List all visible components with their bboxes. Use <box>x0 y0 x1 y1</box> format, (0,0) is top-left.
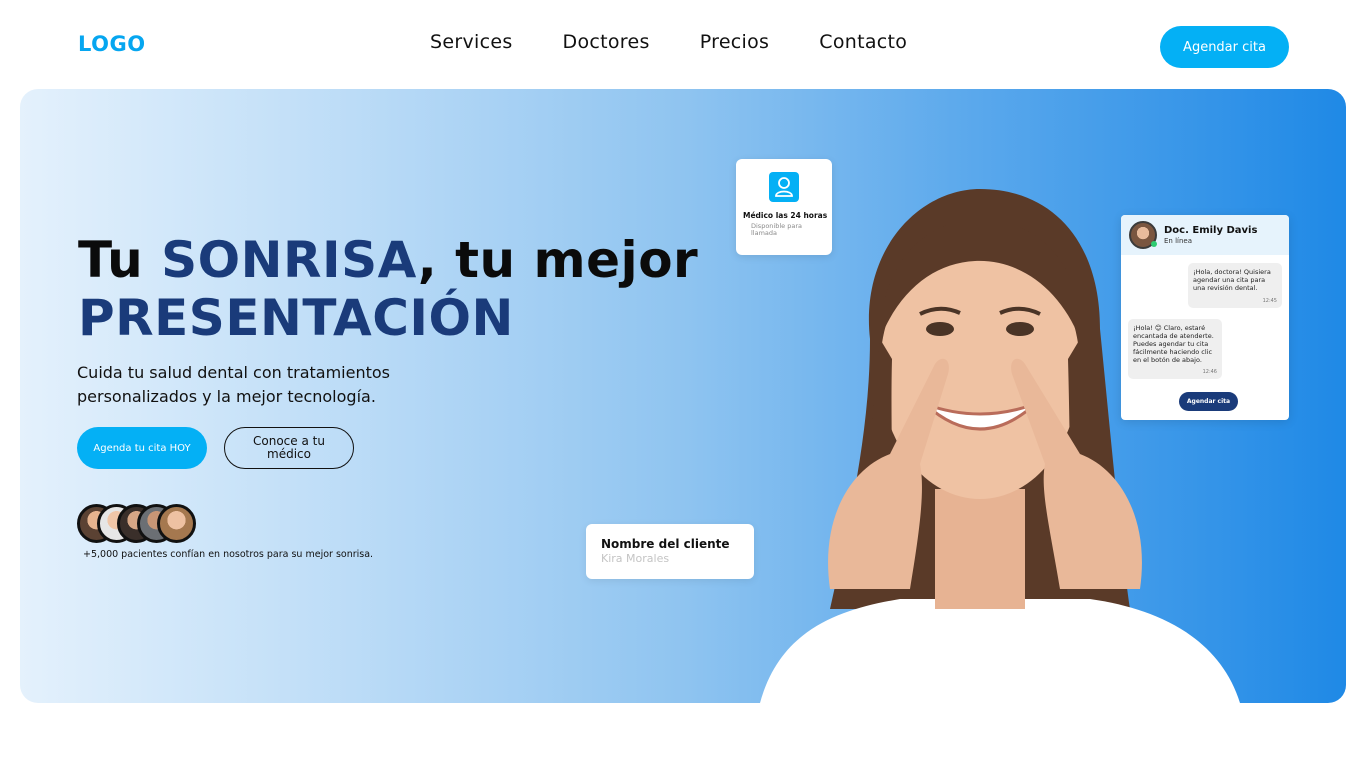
avatar <box>157 504 196 543</box>
doctor-24h-card: Médico las 24 horas Disponible para llam… <box>736 159 832 255</box>
hero-title-accent1: SONRISA <box>161 231 418 289</box>
chat-status: En línea <box>1164 237 1193 245</box>
nav-services[interactable]: Services <box>430 31 513 53</box>
hero-title-accent2: PRESENTACIÓN <box>78 289 514 347</box>
agendar-cita-button[interactable]: Agendar cita <box>1160 26 1289 68</box>
hero-section: Tu SONRISA, tu mejor PRESENTACIÓN Cuida … <box>20 89 1346 703</box>
chat-doctor-name: Doc. Emily Davis <box>1164 225 1258 236</box>
main-nav: Services Doctores Precios Contacto <box>430 31 957 53</box>
nav-precios[interactable]: Precios <box>700 31 770 53</box>
doctor-card-subtitle: Disponible para llamada <box>751 222 802 237</box>
chat-message-user-text: ¡Hola, doctora! Quisiera agendar una cit… <box>1193 268 1271 292</box>
client-name-label: Nombre del cliente <box>601 537 730 551</box>
nav-contacto[interactable]: Contacto <box>819 31 907 53</box>
doctor-card-title: Médico las 24 horas <box>743 211 828 220</box>
chat-widget: Doc. Emily Davis En línea ¡Hola, doctora… <box>1121 215 1289 420</box>
hero-title: Tu SONRISA, tu mejor PRESENTACIÓN <box>78 231 698 347</box>
chat-message-time: 12:46 <box>1202 369 1217 375</box>
chat-message-doctor-text: ¡Hola! 😊 Claro, estaré encantada de aten… <box>1133 324 1214 364</box>
hero-title-part1: Tu <box>78 231 162 289</box>
chat-message-time: 12:45 <box>1262 298 1277 304</box>
online-indicator <box>1151 241 1157 247</box>
user-icon <box>769 172 799 202</box>
chat-message-user: ¡Hola, doctora! Quisiera agendar una cit… <box>1188 263 1282 308</box>
chat-agendar-button[interactable]: Agendar cita <box>1179 392 1238 411</box>
logo[interactable]: LOGO <box>78 32 146 56</box>
agenda-cita-button[interactable]: Agenda tu cita HOY <box>77 427 207 469</box>
hero-title-part2: , tu mejor <box>417 231 699 289</box>
client-name-card: Nombre del cliente Kira Morales <box>586 524 754 579</box>
client-name-value: Kira Morales <box>601 552 670 565</box>
chat-message-doctor: ¡Hola! 😊 Claro, estaré encantada de aten… <box>1128 319 1222 379</box>
hero-subtitle: Cuida tu salud dental con tratamientos p… <box>77 363 390 406</box>
conoce-medico-button[interactable]: Conoce a tu médico <box>224 427 354 469</box>
patients-text: +5,000 pacientes confían en nosotros par… <box>83 549 374 560</box>
nav-doctores[interactable]: Doctores <box>563 31 650 53</box>
